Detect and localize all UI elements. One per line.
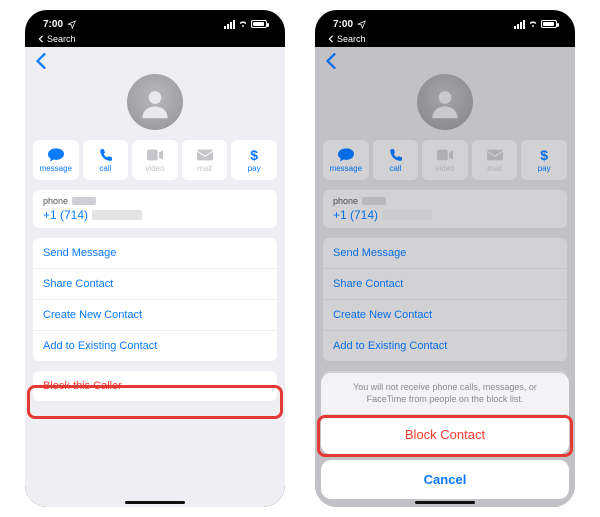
phone-right: 7:00 Search bbox=[315, 10, 575, 507]
back-label: Search bbox=[47, 34, 76, 44]
signal-icon bbox=[514, 20, 525, 29]
block-contact-button[interactable]: Block Contact bbox=[321, 415, 569, 454]
call-button[interactable]: call bbox=[83, 140, 129, 180]
home-indicator[interactable] bbox=[125, 501, 185, 504]
wifi-icon bbox=[238, 20, 248, 28]
actions-list: Send Message Share Contact Create New Co… bbox=[33, 238, 277, 361]
phone-type-label: phone bbox=[43, 196, 68, 206]
home-indicator[interactable] bbox=[415, 501, 475, 504]
send-message-row[interactable]: Send Message bbox=[33, 238, 277, 269]
chevron-left-icon bbox=[327, 35, 335, 43]
block-this-caller-row[interactable]: Block this Caller bbox=[33, 371, 277, 401]
mail-label: mail bbox=[197, 164, 212, 173]
back-to-search[interactable]: Search bbox=[25, 34, 285, 47]
chevron-left-icon bbox=[35, 53, 47, 69]
status-bar: 7:00 bbox=[315, 10, 575, 34]
mail-icon bbox=[197, 147, 213, 163]
sheet-message: You will not receive phone calls, messag… bbox=[321, 373, 569, 415]
create-new-contact-row[interactable]: Create New Contact bbox=[33, 300, 277, 331]
phone-card[interactable]: phone +1 (714) bbox=[33, 190, 277, 228]
status-time: 7:00 bbox=[333, 19, 353, 30]
location-icon bbox=[357, 20, 366, 29]
call-label: call bbox=[99, 164, 111, 173]
signal-icon bbox=[224, 20, 235, 29]
wifi-icon bbox=[528, 20, 538, 28]
action-row: message call video mail $ pay bbox=[25, 140, 285, 180]
pay-icon: $ bbox=[250, 147, 258, 163]
phone-left: 7:00 Search bbox=[25, 10, 285, 507]
share-contact-row[interactable]: Share Contact bbox=[33, 269, 277, 300]
phone-icon bbox=[98, 147, 112, 163]
person-icon bbox=[137, 84, 173, 120]
cancel-button[interactable]: Cancel bbox=[321, 460, 569, 499]
battery-icon bbox=[251, 20, 267, 28]
video-icon bbox=[147, 147, 163, 163]
status-bar: 7:00 bbox=[25, 10, 285, 34]
back-button[interactable] bbox=[35, 53, 47, 73]
back-label: Search bbox=[337, 34, 366, 44]
mail-button: mail bbox=[182, 140, 228, 180]
pay-label: pay bbox=[248, 164, 261, 173]
pay-button[interactable]: $ pay bbox=[231, 140, 277, 180]
video-button: video bbox=[132, 140, 178, 180]
status-time: 7:00 bbox=[43, 19, 63, 30]
message-button[interactable]: message bbox=[33, 140, 79, 180]
back-to-search[interactable]: Search bbox=[315, 34, 575, 47]
add-to-existing-row[interactable]: Add to Existing Contact bbox=[33, 331, 277, 361]
phone-redacted bbox=[92, 210, 142, 220]
nav-bar bbox=[25, 47, 285, 74]
message-icon bbox=[48, 147, 64, 163]
phone-badge bbox=[72, 197, 96, 205]
battery-icon bbox=[541, 20, 557, 28]
avatar bbox=[127, 74, 183, 130]
video-label: video bbox=[145, 164, 164, 173]
action-sheet: You will not receive phone calls, messag… bbox=[321, 373, 569, 499]
phone-number: +1 (714) bbox=[43, 208, 88, 222]
chevron-left-icon bbox=[37, 35, 45, 43]
message-label: message bbox=[40, 164, 72, 173]
location-icon bbox=[67, 20, 76, 29]
